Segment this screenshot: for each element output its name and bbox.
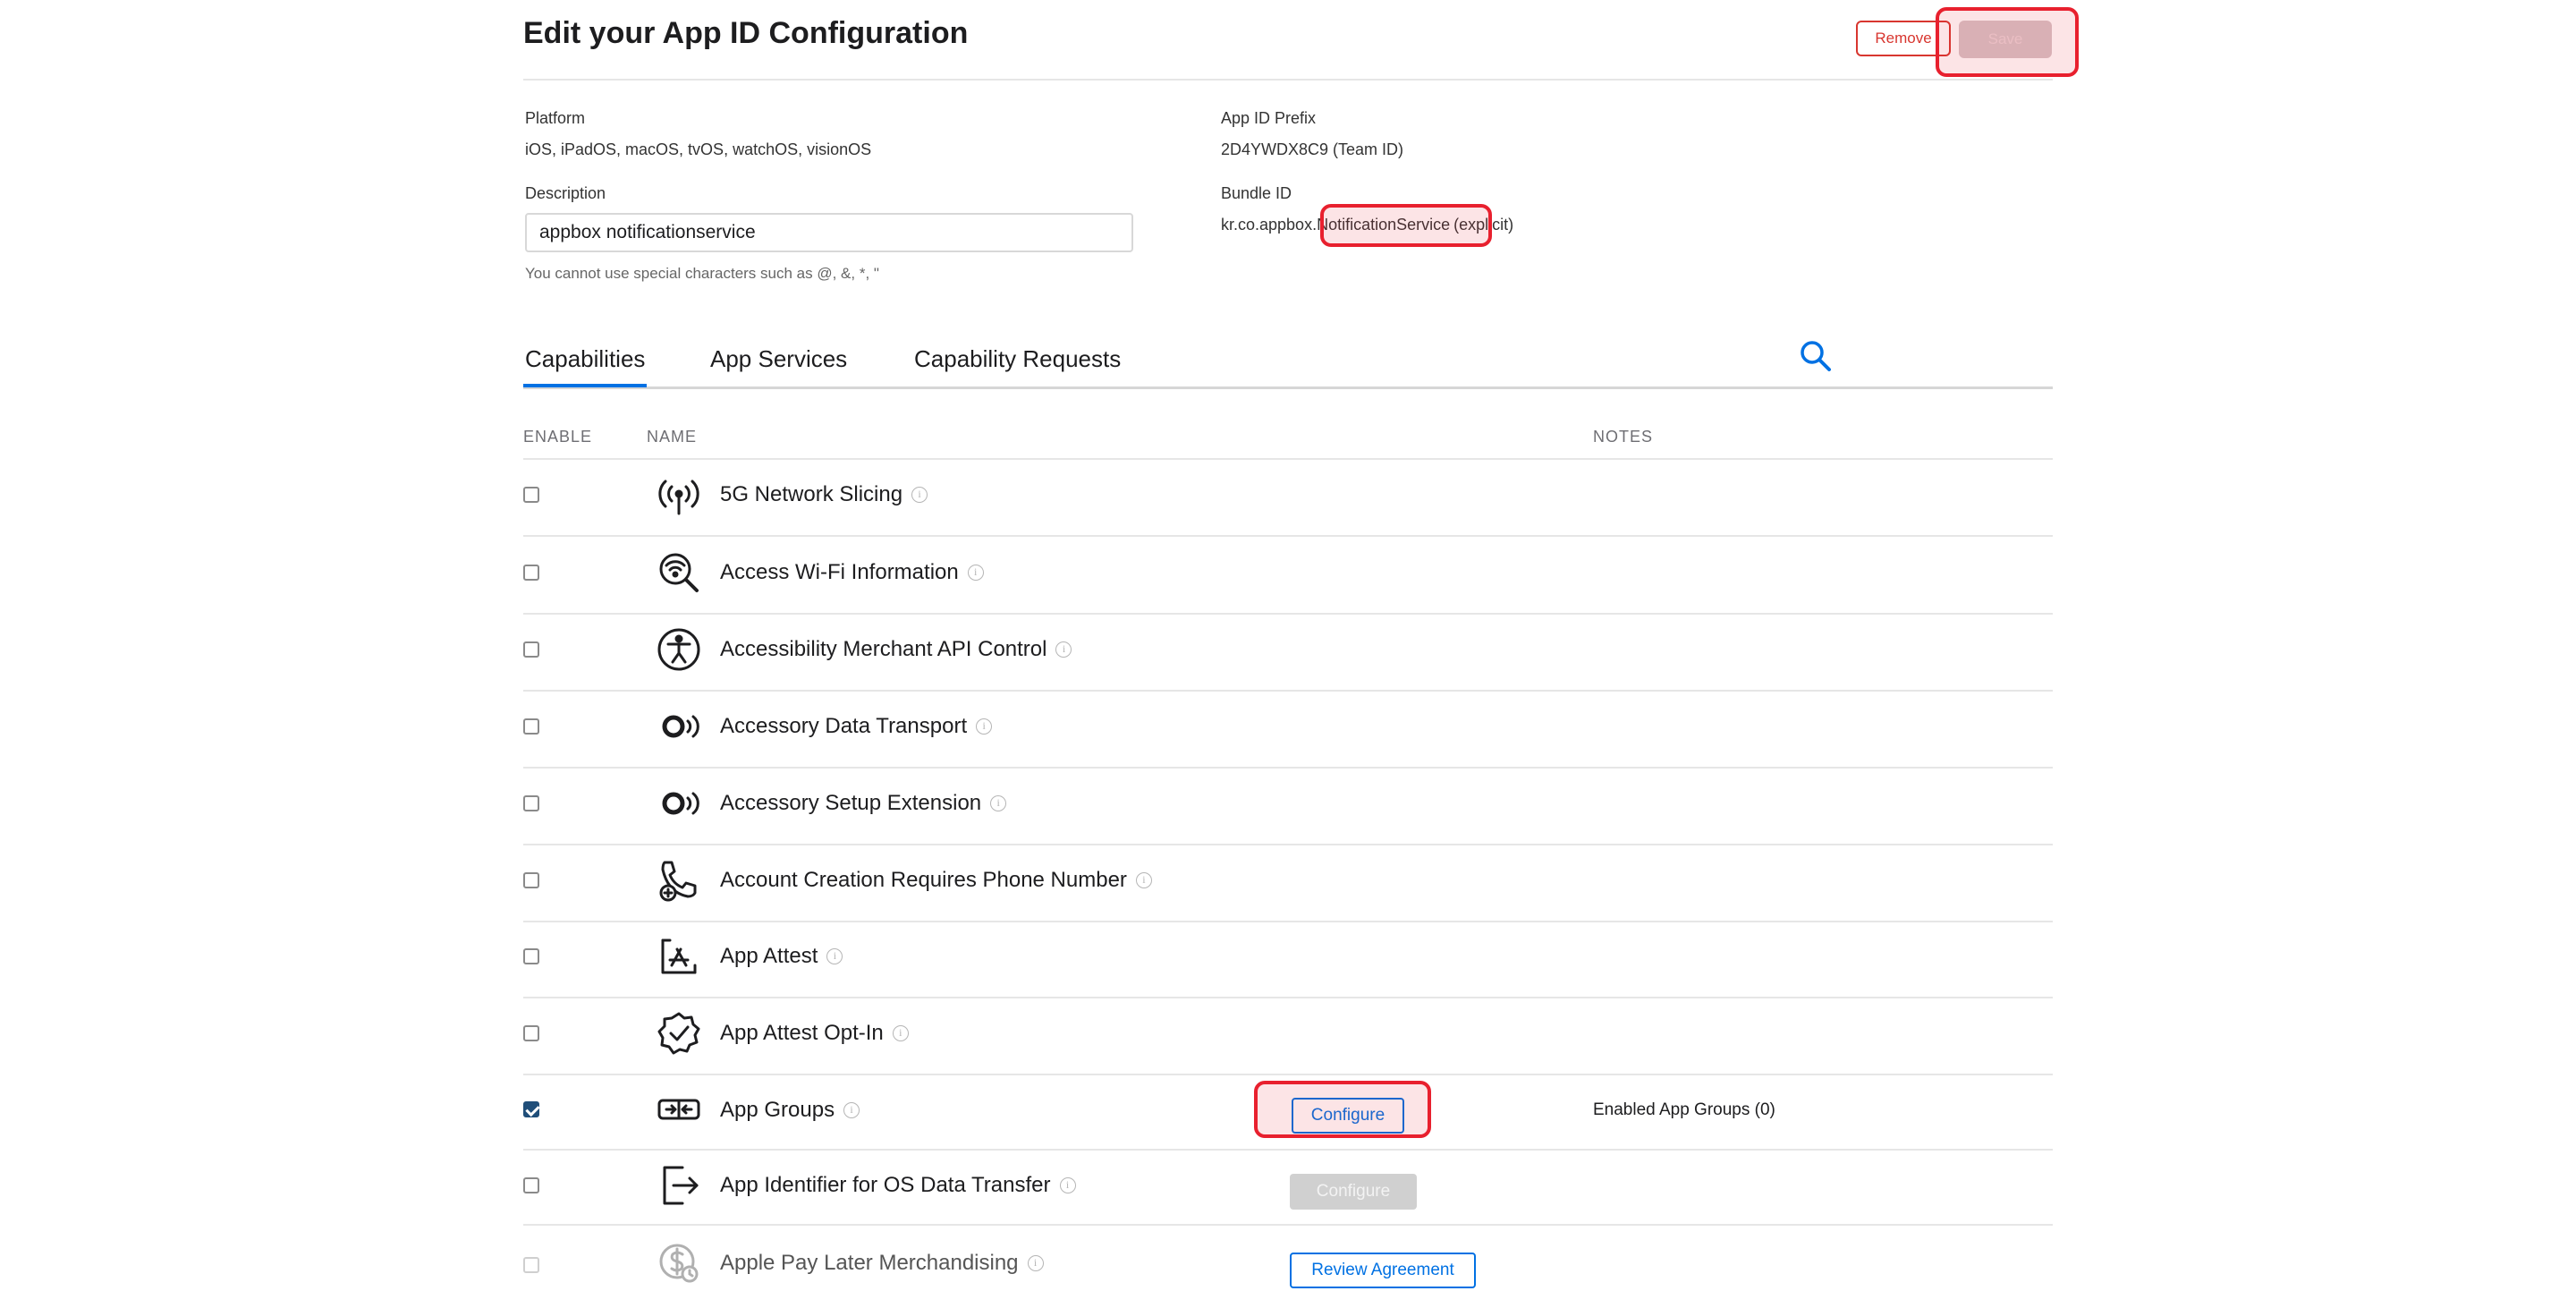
capability-name: 5G Network Slicing i	[720, 482, 928, 507]
bundle-id-prefix: kr.co.appbox.	[1221, 216, 1318, 234]
name-column-header: NAME	[647, 428, 698, 446]
capability-label: Accessory Setup Extension	[720, 791, 982, 815]
info-icon[interactable]: i	[843, 1102, 860, 1118]
row-divider	[523, 690, 2053, 692]
capability-label: Access Wi-Fi Information	[720, 560, 959, 584]
enable-checkbox[interactable]	[523, 641, 539, 658]
info-icon[interactable]: i	[1059, 1177, 1076, 1193]
enable-checkbox[interactable]	[523, 795, 539, 811]
capability-label: App Attest Opt-In	[720, 1021, 884, 1045]
configure-button-highlight	[1254, 1081, 1431, 1138]
enable-checkbox[interactable]	[523, 1101, 539, 1117]
tabs-divider	[523, 386, 2053, 389]
enable-checkbox[interactable]	[523, 1025, 539, 1041]
wifi-search-icon	[656, 549, 702, 596]
accessibility-icon	[656, 626, 702, 673]
platform-label: Platform	[525, 109, 586, 127]
row-divider	[523, 921, 2053, 922]
capability-name: Apple Pay Later Merchandising i	[720, 1251, 1044, 1276]
app-id-prefix-value: 2D4YWDX8C9 (Team ID)	[1221, 140, 1404, 158]
capability-label: App Groups	[720, 1098, 835, 1122]
enable-checkbox[interactable]	[523, 948, 539, 964]
description-field[interactable]	[525, 213, 1133, 252]
capability-name: Accessory Setup Extension i	[720, 791, 1007, 816]
platform-value: iOS, iPadOS, macOS, tvOS, watchOS, visio…	[525, 140, 872, 158]
row-divider	[523, 767, 2053, 769]
row-divider	[523, 1149, 2053, 1151]
tab-app-services[interactable]: App Services	[710, 345, 847, 373]
tab-active-indicator	[523, 384, 647, 387]
configure-button-disabled: Configure	[1290, 1174, 1417, 1210]
capability-label: 5G Network Slicing	[720, 482, 903, 506]
search-icon[interactable]	[1798, 338, 1834, 374]
capability-name: App Attest i	[720, 944, 843, 969]
app-groups-notes: Enabled App Groups (0)	[1593, 1100, 1775, 1119]
enable-checkbox[interactable]	[523, 718, 539, 735]
enable-column-header: ENABLE	[523, 428, 593, 446]
info-icon[interactable]: i	[911, 487, 928, 503]
header-divider	[523, 79, 2053, 81]
enable-checkbox[interactable]	[523, 872, 539, 888]
capability-label: App Identifier for OS Data Transfer	[720, 1173, 1051, 1197]
page-title: Edit your App ID Configuration	[523, 16, 969, 50]
description-label: Description	[525, 184, 606, 202]
row-divider	[523, 1074, 2053, 1075]
apple-pay-later-icon	[656, 1240, 702, 1287]
capability-label: Apple Pay Later Merchandising	[720, 1251, 1019, 1275]
info-icon[interactable]: i	[826, 948, 843, 964]
bundle-id-label: Bundle ID	[1221, 184, 1292, 202]
capability-name: Account Creation Requires Phone Number i	[720, 868, 1152, 893]
enable-checkbox[interactable]	[523, 1177, 539, 1193]
row-divider	[523, 1224, 2053, 1226]
notes-column-header: NOTES	[1593, 428, 1654, 446]
row-divider	[523, 613, 2053, 615]
info-icon[interactable]: i	[1135, 872, 1152, 888]
accessory-icon	[656, 703, 702, 750]
review-agreement-button[interactable]: Review Agreement	[1290, 1253, 1476, 1288]
capability-label: App Attest	[720, 944, 818, 968]
bundle-id-highlight	[1320, 204, 1492, 247]
capability-label: Accessibility Merchant API Control	[720, 637, 1047, 661]
app-groups-icon	[656, 1086, 702, 1133]
capability-name: Access Wi-Fi Information i	[720, 560, 984, 585]
enable-checkbox	[523, 1257, 539, 1273]
app-store-icon	[656, 933, 702, 980]
capability-name: App Identifier for OS Data Transfer i	[720, 1173, 1076, 1198]
accessory-icon	[656, 780, 702, 827]
info-icon[interactable]: i	[1055, 641, 1072, 658]
enable-checkbox[interactable]	[523, 565, 539, 581]
verified-badge-icon	[656, 1010, 702, 1057]
row-divider	[523, 844, 2053, 845]
tab-capabilities[interactable]: Capabilities	[525, 345, 645, 373]
save-button-highlight	[1936, 7, 2079, 77]
row-divider	[523, 997, 2053, 998]
info-icon[interactable]: i	[976, 718, 993, 735]
enable-checkbox[interactable]	[523, 487, 539, 503]
capability-label: Account Creation Requires Phone Number	[720, 868, 1127, 892]
antenna-icon	[656, 472, 702, 519]
info-icon[interactable]: i	[1027, 1255, 1044, 1271]
info-icon[interactable]: i	[892, 1025, 909, 1041]
capability-name: App Attest Opt-In i	[720, 1021, 909, 1046]
description-hint: You cannot use special characters such a…	[525, 265, 879, 282]
info-icon[interactable]: i	[967, 565, 984, 581]
capability-name: App Groups i	[720, 1098, 860, 1123]
capability-name: Accessibility Merchant API Control i	[720, 637, 1072, 662]
capability-name: Accessory Data Transport i	[720, 714, 993, 739]
export-icon	[656, 1162, 702, 1209]
capability-label: Accessory Data Transport	[720, 714, 968, 738]
tab-capability-requests[interactable]: Capability Requests	[914, 345, 1121, 373]
row-divider	[523, 535, 2053, 537]
info-icon[interactable]: i	[990, 795, 1007, 811]
app-id-prefix-label: App ID Prefix	[1221, 109, 1317, 127]
phone-plus-icon	[656, 857, 702, 904]
header-row-divider	[523, 458, 2053, 460]
